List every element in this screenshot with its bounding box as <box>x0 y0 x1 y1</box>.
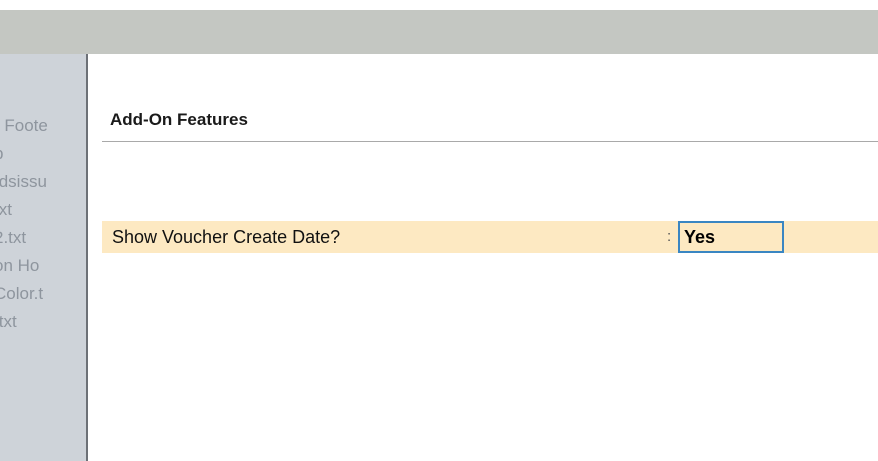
add-on-features-dialog: Add-On Features Show Voucher Create Date… <box>88 54 878 461</box>
background-file-list: r Foote p tdsissu txt 2.txt on Ho Color.… <box>0 112 48 336</box>
background-list-item: Color.t <box>0 284 44 303</box>
background-list-item: r Foote <box>0 116 48 135</box>
field-label: Show Voucher Create Date? <box>112 227 341 247</box>
background-list-item: 2.txt <box>0 228 27 247</box>
background-list-item: tdsissu <box>0 172 47 191</box>
top-strip <box>0 0 878 10</box>
dialog-title: Add-On Features <box>110 110 248 129</box>
show-voucher-create-date-row[interactable]: Show Voucher Create Date? : Yes <box>102 221 878 253</box>
window-header-band <box>0 10 878 54</box>
title-divider <box>102 141 878 142</box>
show-voucher-create-date-input[interactable]: Yes <box>678 221 784 253</box>
background-list-item: on Ho <box>0 256 40 275</box>
field-separator: : <box>667 228 672 245</box>
background-list-item: p <box>0 140 48 168</box>
background-panel: r Foote p tdsissu txt 2.txt on Ho Color.… <box>0 54 86 461</box>
background-list-item: txt <box>0 200 12 219</box>
background-list-item: .txt <box>0 312 17 331</box>
